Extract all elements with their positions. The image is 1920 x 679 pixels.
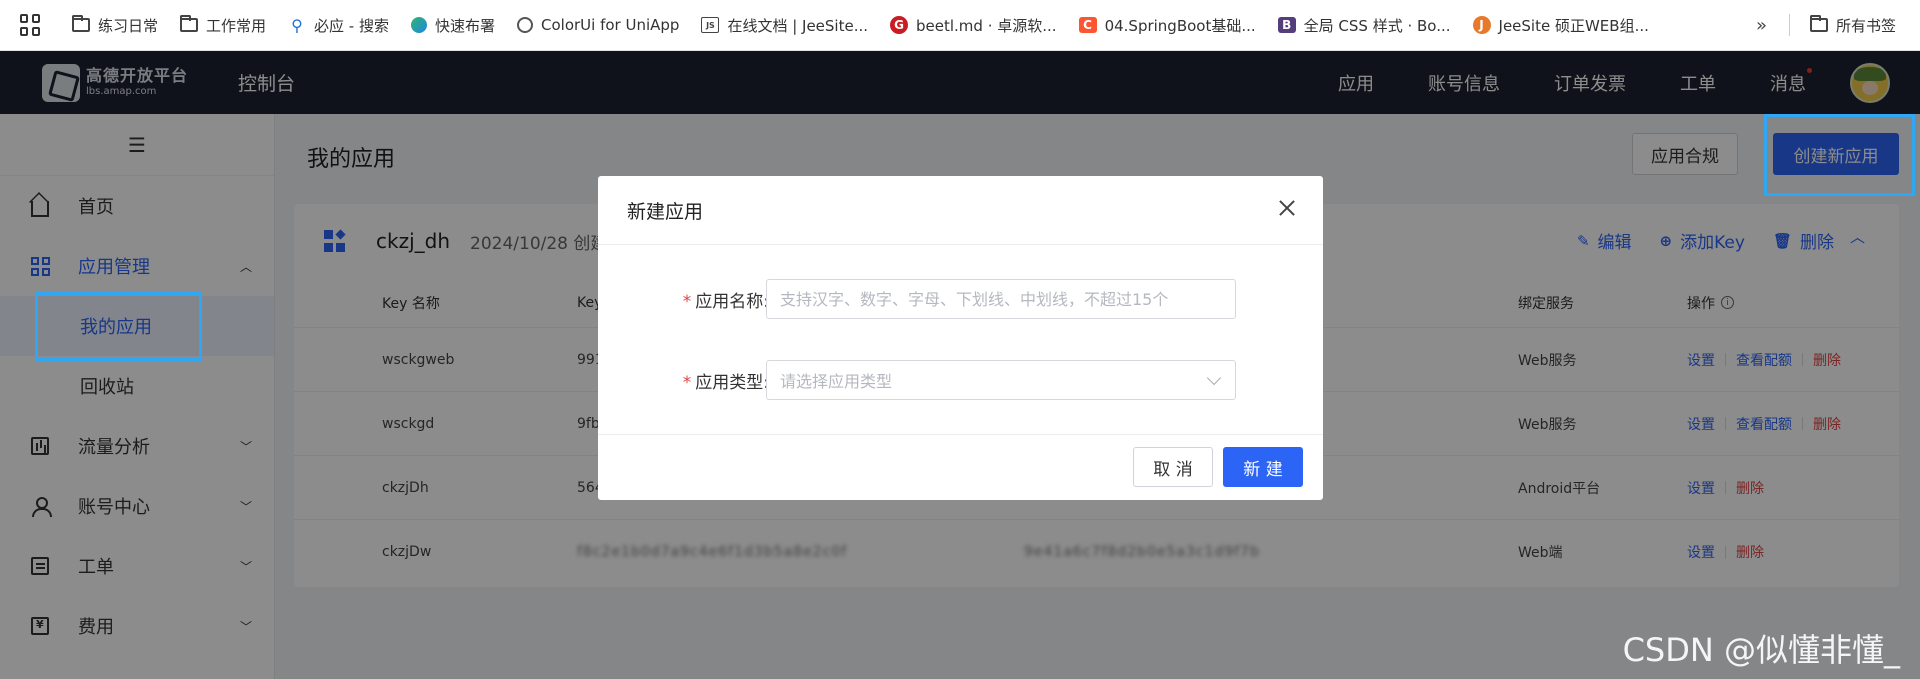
app-name-input[interactable] bbox=[766, 279, 1236, 319]
bookmark-item[interactable]: JS 在线文档 | JeeSite... bbox=[701, 15, 868, 36]
folder-icon bbox=[72, 15, 90, 33]
app-type-select[interactable]: 请选择应用类型 bbox=[766, 360, 1236, 400]
bookmark-item[interactable]: Gbeetl.md · 卓源软... bbox=[890, 15, 1057, 36]
app-name-row: * 应用名称: bbox=[598, 279, 1323, 319]
bookmark-item[interactable]: 快速布署 bbox=[410, 15, 495, 36]
bookmark-item[interactable]: ⚲ 必应 - 搜索 bbox=[288, 15, 389, 36]
globe-icon bbox=[517, 17, 533, 33]
bootstrap-icon: B bbox=[1277, 17, 1296, 33]
cancel-button[interactable]: 取 消 bbox=[1133, 447, 1213, 487]
bookmark-item[interactable]: B 全局 CSS 样式 · Bo... bbox=[1277, 15, 1451, 36]
modal-overlay bbox=[0, 51, 1920, 114]
dialog-header: 新建应用 bbox=[598, 176, 1323, 245]
more-bookmarks-button[interactable]: » bbox=[1756, 15, 1767, 36]
bookmark-item[interactable]: J JeeSite 硕正WEB组... bbox=[1472, 15, 1649, 36]
gitee-icon: G bbox=[890, 16, 909, 34]
chevron-down-icon bbox=[1206, 370, 1222, 386]
highlight-box bbox=[1764, 114, 1915, 196]
divider bbox=[1788, 14, 1790, 36]
edge-icon bbox=[410, 17, 427, 33]
bookmark-item[interactable]: C 04.SpringBoot基础... bbox=[1078, 15, 1256, 36]
close-icon[interactable] bbox=[1275, 196, 1299, 220]
bookmark-item[interactable]: 工作常用 bbox=[180, 15, 266, 36]
apps-grid-icon[interactable] bbox=[20, 14, 42, 36]
search-icon: ⚲ bbox=[291, 15, 303, 35]
highlight-box bbox=[35, 292, 202, 361]
app-name-label: * 应用名称: bbox=[682, 291, 769, 312]
all-bookmarks-button[interactable]: 所有书签 bbox=[1809, 15, 1896, 36]
app-type-row: * 应用类型: 请选择应用类型 bbox=[598, 360, 1323, 400]
folder-icon bbox=[1809, 15, 1828, 33]
js-icon: JS bbox=[701, 17, 720, 33]
new-app-dialog: 新建应用 *应用名称: *应用类型: 请选择应用类型 取 消 新 建 bbox=[598, 176, 1323, 500]
app-type-label: * 应用类型: bbox=[682, 372, 769, 393]
folder-icon bbox=[180, 15, 199, 33]
create-button[interactable]: 新 建 bbox=[1223, 447, 1303, 487]
dialog-title: 新建应用 bbox=[627, 200, 704, 223]
bookmark-item[interactable]: 练习日常 bbox=[72, 15, 158, 36]
dialog-footer: 取 消 新 建 bbox=[598, 434, 1323, 500]
csdn-icon: C bbox=[1078, 17, 1097, 33]
watermark: CSDN @似懂非懂_ bbox=[1622, 631, 1900, 669]
bookmark-item[interactable]: ColorUi for UniApp bbox=[517, 16, 679, 34]
jeesite-icon: J bbox=[1472, 16, 1491, 34]
bookmarks-bar: 练习日常 工作常用 ⚲ 必应 - 搜索 快速布署 ColorUi for UniA… bbox=[0, 0, 1920, 51]
